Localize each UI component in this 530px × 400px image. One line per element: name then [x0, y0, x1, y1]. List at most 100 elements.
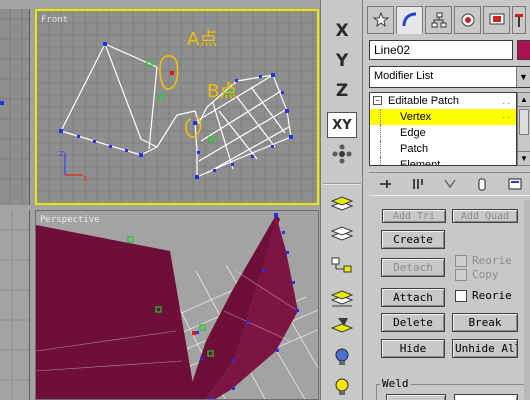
create-button[interactable]: Create: [381, 230, 445, 249]
light-bulb-blue-icon[interactable]: [328, 346, 356, 368]
delete-button[interactable]: Delete: [381, 313, 445, 332]
tree-line: [380, 141, 381, 157]
left-viewport-partial[interactable]: [0, 210, 30, 400]
modifier-list-label: Modifier List: [374, 70, 434, 82]
axis-constraint-y-button[interactable]: Y: [327, 48, 357, 74]
remove-modifier-icon[interactable]: [473, 175, 491, 193]
unhide-all-button[interactable]: Unhide All: [452, 339, 518, 358]
add-quad-button[interactable]: Add Quad: [452, 209, 518, 223]
point-a-marker: [170, 71, 174, 75]
front-viewport-label[interactable]: Front: [41, 15, 68, 25]
weld-group-label: Weld: [380, 377, 411, 390]
light-bulb-yellow-icon[interactable]: [328, 376, 356, 398]
axis-constraint-xy-button[interactable]: XY: [327, 112, 357, 138]
reorient-label: Reorie: [472, 289, 512, 302]
layer-edit-icon[interactable]: [328, 314, 356, 336]
reorient-checkbox[interactable]: [455, 290, 467, 302]
axis-constraint-x-button[interactable]: X: [327, 18, 357, 44]
modifier-list-dropdown[interactable]: Modifier List ▼: [369, 66, 530, 88]
front-viewport[interactable]: A点 B点 Z X Front: [35, 9, 319, 205]
hierarchy-tree-icon: [431, 12, 446, 28]
chevron-down-icon[interactable]: ▼: [516, 67, 530, 87]
utilities-hammer-icon: [515, 14, 523, 27]
attach-button[interactable]: Attach: [381, 288, 445, 307]
front-grid: [37, 11, 317, 203]
add-tri-button[interactable]: Add Tri: [382, 209, 446, 223]
configure-modifier-sets-icon[interactable]: [506, 175, 524, 193]
tree-line: [380, 125, 381, 141]
scroll-down-icon[interactable]: ▼: [518, 151, 530, 165]
layer-list-icon[interactable]: [328, 222, 356, 244]
tab-display[interactable]: [483, 6, 510, 34]
show-end-result-icon[interactable]: [409, 175, 427, 193]
max-workspace: A点 B点 Z X Front Perspective X Y Z XY Lin…: [0, 0, 530, 400]
viewport-nav-toolbar: X Y Z XY: [320, 0, 362, 400]
make-unique-icon[interactable]: [441, 175, 459, 193]
vertex-dots-icon: · ·: [502, 113, 510, 122]
stack-item-editable-patch[interactable]: − Editable Patch · ·: [370, 93, 516, 109]
detach-button[interactable]: Detach: [381, 258, 445, 277]
pin-stack-icon[interactable]: [376, 175, 394, 193]
left-viewport-grid: [0, 210, 29, 400]
modify-bend-icon: [402, 12, 416, 27]
scroll-up-icon[interactable]: ▲: [518, 93, 530, 107]
stack-item-label: Vertex: [400, 111, 432, 123]
collapse-minus-icon[interactable]: −: [373, 96, 382, 105]
annotation-point-a: A点: [187, 29, 217, 50]
scroll-thumb[interactable]: [519, 109, 529, 135]
weld-button[interactable]: [386, 394, 446, 400]
break-button[interactable]: Break: [452, 313, 518, 332]
perspective-viewport-label[interactable]: Perspective: [40, 215, 100, 225]
tab-motion[interactable]: [454, 6, 481, 34]
reorient-top-label: Reorie: [472, 254, 512, 267]
stack-item-element[interactable]: Element: [370, 157, 516, 166]
perspective-selected-vertex: [192, 331, 196, 335]
copy-checkbox[interactable]: [455, 269, 467, 281]
tree-line: [380, 157, 381, 165]
object-color-swatch[interactable]: [517, 40, 530, 60]
stack-tools-bar: [369, 172, 530, 196]
tab-modify[interactable]: [396, 6, 423, 34]
stack-item-label: Patch: [400, 143, 429, 155]
modifier-stack-scrollbar[interactable]: ▲ ▼: [517, 92, 530, 166]
front-vertices: [59, 42, 293, 179]
tab-create[interactable]: [367, 6, 394, 34]
hide-button[interactable]: Hide: [381, 339, 445, 358]
patch-surface-left: [36, 225, 196, 399]
perspective-canvas: [36, 213, 318, 399]
axis-constraint-z-button[interactable]: Z: [327, 78, 357, 104]
hierarchy-icon[interactable]: [328, 254, 356, 276]
stack-item-patch[interactable]: Patch: [370, 141, 516, 157]
motion-icon: [461, 13, 474, 27]
annotation-point-b: B点: [207, 81, 237, 102]
reorient-top-checkbox[interactable]: [455, 255, 467, 267]
tab-utilities[interactable]: [512, 6, 526, 34]
layer-stack-icon[interactable]: [328, 192, 356, 214]
stack-item-edge[interactable]: Edge: [370, 125, 516, 141]
tree-line: [380, 109, 381, 125]
nav-separator: [323, 183, 361, 185]
tab-hierarchy[interactable]: [425, 6, 452, 34]
top-viewport-grid: [0, 9, 29, 205]
weld-threshold-spinner[interactable]: [454, 394, 518, 400]
create-star-icon: [372, 11, 389, 28]
command-panel-tabs: [367, 6, 526, 34]
stack-item-label: Editable Patch: [388, 95, 459, 107]
layer-highlight-icon[interactable]: [328, 286, 356, 308]
svg-text:X: X: [83, 175, 88, 183]
stack-item-label: Element: [400, 159, 441, 166]
stack-item-label: Edge: [400, 127, 426, 139]
display-monitor-icon: [489, 13, 504, 25]
front-patch-wireframe: [60, 42, 292, 178]
front-viewport-canvas: A点 B点 Z X: [37, 11, 317, 203]
partial-vertex-marker: [0, 101, 4, 105]
perspective-viewport[interactable]: Perspective: [35, 210, 319, 400]
command-panel-scrollbar[interactable]: [524, 200, 530, 400]
copy-label: Copy: [472, 268, 499, 281]
modifier-stack: − Editable Patch · · Vertex · · Edge Pat…: [369, 92, 517, 166]
svg-text:Z: Z: [59, 150, 64, 158]
snap-toggle-icon[interactable]: [328, 143, 356, 165]
stack-item-vertex[interactable]: Vertex · ·: [370, 109, 516, 125]
top-viewport-partial[interactable]: [0, 9, 30, 205]
object-name-field[interactable]: Line02: [369, 40, 513, 60]
